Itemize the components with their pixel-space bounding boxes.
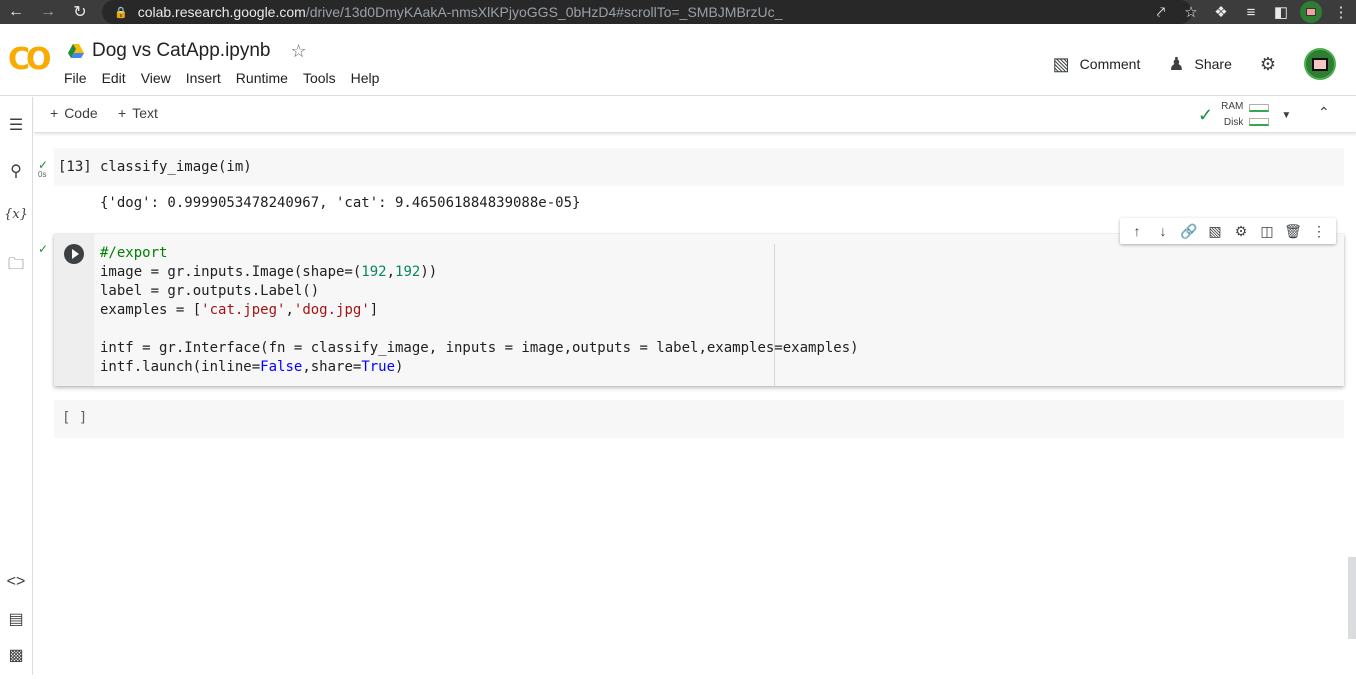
menu-bar: File Edit View Insert Runtime Tools Help (64, 70, 379, 86)
address-bar[interactable]: 🔒 colab.research.google.com/drive/13d0Dm… (102, 0, 1192, 24)
plus-icon: + (118, 105, 127, 121)
variables-icon[interactable]: {x} (0, 207, 32, 222)
comment-button[interactable]: ▧ Comment (1053, 54, 1141, 75)
share-page-icon[interactable]: ⤤ (1146, 0, 1176, 24)
comment-icon: ▧ (1052, 53, 1070, 74)
lock-icon: 🔒 (114, 6, 128, 19)
google-drive-icon (68, 44, 84, 58)
reading-list-icon[interactable]: ≡ (1236, 0, 1266, 24)
link-icon[interactable]: 🔗 (1178, 223, 1200, 240)
forward-icon[interactable]: → (36, 0, 60, 24)
disk-label: Disk (1223, 117, 1244, 128)
code-line[interactable]: classify_image(im) (100, 159, 252, 175)
resource-bars (1249, 104, 1270, 126)
code-snippets-icon[interactable]: <> (0, 573, 32, 591)
notebook-title[interactable]: Dog vs CatApp.ipynb (92, 40, 271, 62)
menu-insert[interactable]: Insert (186, 70, 221, 86)
share-label: Share (1194, 56, 1232, 72)
reload-icon[interactable]: ↻ (68, 0, 92, 24)
colab-header: CO Dog vs CatApp.ipynb ☆ File Edit View … (0, 30, 1356, 96)
menu-help[interactable]: Help (351, 70, 380, 86)
profile-avatar[interactable] (1296, 0, 1326, 24)
code-line: label = gr.outputs.Label() (100, 283, 320, 299)
resource-monitor[interactable]: ✓ RAM Disk ▼ (1198, 97, 1291, 133)
code-line: intf.launch(inline=False,share=True) (100, 359, 404, 375)
move-up-icon[interactable]: ↑ (1126, 223, 1148, 239)
execution-count: [13] (58, 159, 92, 175)
cell-gutter (54, 234, 94, 386)
code-line: intf = gr.Interface(fn = classify_image,… (100, 340, 859, 356)
code-cell[interactable]: [13] classify_image(im) (54, 148, 1344, 186)
move-down-icon[interactable]: ↓ (1152, 223, 1174, 239)
empty-code-cell[interactable]: [ ] (54, 400, 1344, 438)
scrollbar-thumb[interactable] (1348, 557, 1356, 639)
mirror-cell-icon[interactable]: ◫ (1256, 223, 1278, 240)
code-editor[interactable]: #/export image = gr.inputs.Image(shape=(1… (100, 244, 859, 377)
connected-check-icon: ✓ (1198, 104, 1214, 125)
search-icon[interactable]: ⚲ (0, 161, 32, 181)
add-text-label: Text (132, 105, 158, 121)
code-cell-active[interactable]: #/export image = gr.inputs.Image(shape=(1… (54, 234, 1344, 386)
settings-gear-icon[interactable]: ⚙ (1260, 54, 1276, 75)
notebook-toolbar: + Code + Text ✓ RAM Disk ▼ ⌃ (34, 97, 1356, 133)
colab-logo[interactable]: CO (8, 42, 51, 77)
add-code-button[interactable]: + Code (50, 105, 98, 121)
url-host: colab.research.google.com (137, 4, 306, 20)
star-icon[interactable]: ☆ (291, 41, 307, 62)
cell-output: {'dog': 0.9999053478240967, 'cat': 9.465… (100, 195, 581, 211)
share-button[interactable]: ♟ Share (1168, 54, 1232, 75)
notebook-cells: ✓ 0s [13] classify_image(im) {'dog': 0.99… (34, 134, 1356, 675)
ram-label: RAM (1221, 101, 1244, 112)
menu-runtime[interactable]: Runtime (236, 70, 288, 86)
code-line: image = gr.inputs.Image(shape=(192,192)) (100, 264, 438, 280)
menu-tools[interactable]: Tools (303, 70, 336, 86)
add-text-button[interactable]: + Text (118, 105, 158, 121)
browser-menu-icon[interactable]: ⋮ (1326, 0, 1356, 24)
chevron-up-icon[interactable]: ⌃ (1318, 104, 1330, 121)
run-cell-button[interactable] (64, 244, 84, 264)
code-line: #/export (100, 245, 168, 261)
command-palette-icon[interactable]: ▤ (0, 609, 32, 629)
account-avatar[interactable] (1304, 48, 1336, 80)
code-line: ​ (100, 320, 859, 339)
more-vert-icon[interactable]: ⋮ (1308, 223, 1330, 240)
side-panel-icon[interactable]: ◧ (1266, 0, 1296, 24)
url-path: /drive/13d0DmyKAakA-nmsXlKPjyoGGS_0bHzD4… (305, 4, 783, 20)
cell-toolbar: ↑ ↓ 🔗 ▧ ⚙ ◫ 🗑 ⋮ (1120, 218, 1336, 244)
plus-icon: + (50, 105, 59, 121)
comment-icon[interactable]: ▧ (1204, 223, 1226, 240)
code-line: examples = ['cat.jpeg','dog.jpg'] (100, 302, 379, 318)
bookmark-star-icon[interactable]: ☆ (1176, 0, 1206, 24)
browser-toolbar: ← → ↻ 🔒 colab.research.google.com/drive/… (0, 0, 1356, 24)
left-sidebar: ☰ ⚲ {x} 🗀 <> ▤ ▩ (0, 97, 33, 675)
people-icon: ♟ (1168, 53, 1185, 74)
terminal-icon[interactable]: ▩ (0, 645, 32, 665)
files-folder-icon[interactable]: 🗀 (0, 253, 32, 280)
table-of-contents-icon[interactable]: ☰ (0, 115, 32, 135)
menu-view[interactable]: View (141, 70, 171, 86)
chevron-down-icon[interactable]: ▼ (1281, 110, 1291, 121)
settings-gear-icon[interactable]: ⚙ (1230, 223, 1252, 240)
cell-run-status: ✓ 0s (38, 158, 49, 179)
comment-label: Comment (1079, 56, 1141, 72)
extensions-icon[interactable]: ❖ (1206, 0, 1236, 24)
menu-file[interactable]: File (64, 70, 87, 86)
execution-count: [ ] (62, 410, 88, 426)
delete-icon[interactable]: 🗑 (1282, 223, 1304, 240)
cell-run-status: ✓ (38, 242, 49, 256)
back-icon[interactable]: ← (4, 0, 28, 24)
add-code-label: Code (64, 105, 98, 121)
menu-edit[interactable]: Edit (102, 70, 126, 86)
